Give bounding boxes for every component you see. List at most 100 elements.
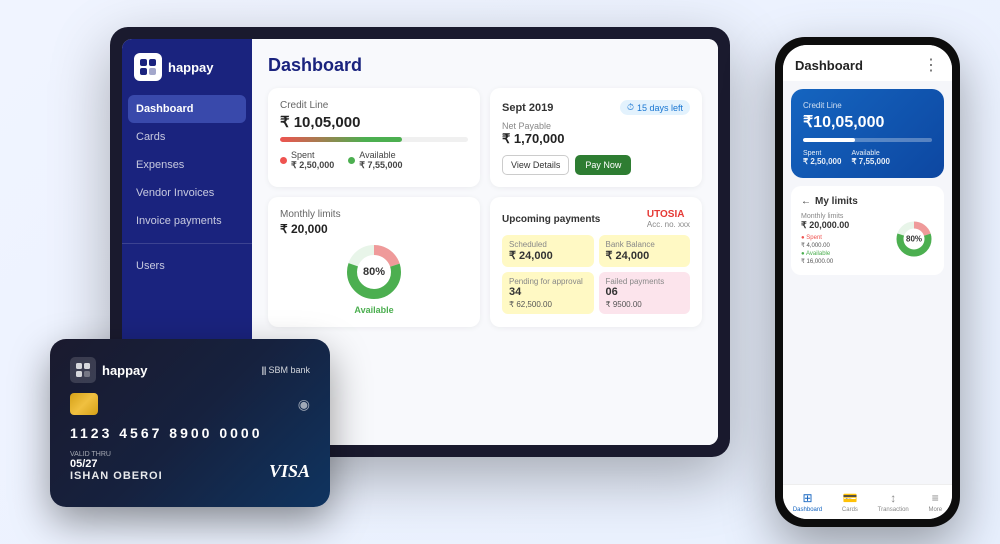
m-spent-legend: ● Spent: [801, 235, 886, 241]
upcoming-title: Upcoming payments: [502, 214, 600, 225]
sidebar-item-users[interactable]: Users: [122, 252, 252, 280]
m-limits-content: Monthly limits ₹ 20,000.00 ● Spent ₹ 4,0…: [801, 213, 934, 265]
dashboard-grid: Credit Line ₹ 10,05,000 Spent ₹ 2,50,000: [268, 88, 702, 327]
monthly-limits-card: Monthly limits ₹ 20,000 80%: [268, 197, 480, 327]
m-dashboard-icon: ⊞: [802, 491, 812, 505]
donut-available-text: Available: [354, 305, 393, 315]
upcoming-payments-card: Upcoming payments UTOSIA Acc. no. xxx Sc…: [490, 197, 702, 327]
m-nav-dashboard-label: Dashboard: [793, 507, 822, 513]
sept-card-header: Sept 2019 ⏱ 15 days left: [502, 100, 690, 115]
m-transactions-icon: ↕: [890, 491, 896, 505]
m-donut-label: 80%: [906, 235, 922, 244]
sidebar-item-expenses[interactable]: Expenses: [122, 151, 252, 179]
pending-label: Pending for approval: [509, 277, 587, 286]
pending-item: Pending for approval 34 ₹ 62,500.00: [502, 272, 594, 314]
m-back-icon[interactable]: ←: [801, 196, 811, 207]
m-nav-more-label: More: [928, 507, 942, 513]
failed-total: ₹ 9500.00: [606, 300, 684, 309]
bank-balance-amount: ₹ 24,000: [606, 249, 684, 262]
cc-expiry: 05/27: [70, 458, 163, 470]
bank-name: SBM bank: [268, 365, 310, 375]
cc-top: happay ||| SBM bank: [70, 357, 310, 383]
credit-line-card: Credit Line ₹ 10,05,000 Spent ₹ 2,50,000: [268, 88, 480, 187]
available-dot: [348, 157, 355, 164]
credit-progress-fill: [280, 137, 402, 142]
cc-logo: happay: [70, 357, 148, 383]
mobile-title: Dashboard: [795, 58, 863, 73]
failed-count: 06: [606, 286, 684, 298]
failed-label: Failed payments: [606, 277, 684, 286]
mobile-frame: Dashboard ⋮ Credit Line ₹10,05,000 Spent…: [775, 37, 960, 527]
cc-logo-icon: [70, 357, 96, 383]
m-nav-dashboard[interactable]: ⊞ Dashboard: [793, 491, 822, 513]
mobile-nav: ⊞ Dashboard 💳 Cards ↕ Transaction ≡ More: [783, 484, 952, 519]
credit-line-label: Credit Line: [280, 100, 468, 111]
credit-line-amount: ₹ 10,05,000: [280, 113, 468, 131]
scene: happay Dashboard Cards Expenses Vendor I…: [30, 17, 970, 527]
mobile-header: Dashboard ⋮: [783, 45, 952, 81]
m-limits-title: My limits: [815, 196, 858, 207]
m-spent-val: ₹ 4,000.00: [801, 242, 886, 249]
credit-progress-bar: [280, 137, 468, 142]
cc-bank-name: ||| SBM bank: [261, 365, 310, 375]
m-credit-line-label: Credit Line: [803, 101, 932, 110]
m-nav-cards-label: Cards: [842, 507, 858, 513]
m-more-icon: ≡: [932, 491, 939, 505]
sidebar-item-cards[interactable]: Cards: [122, 123, 252, 151]
sidebar-item-vendor-invoices[interactable]: Vendor Invoices: [122, 179, 252, 207]
card-actions: View Details Pay Now: [502, 155, 690, 175]
available-meta: Available ₹ 7,55,000: [348, 150, 402, 171]
m-spent-amount: ₹ 2,50,000: [803, 157, 841, 166]
m-nav-cards[interactable]: 💳 Cards: [842, 491, 858, 513]
pending-total: ₹ 62,500.00: [509, 300, 587, 309]
mobile-screen: Dashboard ⋮ Credit Line ₹10,05,000 Spent…: [783, 45, 952, 519]
spent-amount: ₹ 2,50,000: [291, 160, 334, 171]
donut-chart: 80%: [344, 242, 404, 302]
spent-dot: [280, 157, 287, 164]
m-credit-amount: ₹10,05,000: [803, 112, 932, 132]
available-amount: ₹ 7,55,000: [359, 160, 402, 171]
m-available-val: ₹ 16,000.00: [801, 258, 886, 265]
spent-meta: Spent ₹ 2,50,000: [280, 150, 334, 171]
net-payable-label: Net Payable: [502, 121, 690, 131]
sidebar-item-dashboard[interactable]: Dashboard: [128, 95, 246, 123]
monthly-limits-label: Monthly limits: [280, 209, 468, 220]
m-available-legend: ● Available: [801, 251, 886, 257]
cc-nfc-icon: ◉: [298, 396, 310, 413]
credit-card: happay ||| SBM bank ◉ 1123 4567 8900 000…: [50, 339, 330, 507]
credit-meta: Spent ₹ 2,50,000 Available ₹ 7,55,000: [280, 150, 468, 171]
pay-now-button[interactable]: Pay Now: [575, 155, 631, 175]
cc-number: 1123 4567 8900 0000: [70, 425, 310, 441]
upcoming-header: Upcoming payments UTOSIA Acc. no. xxx: [502, 209, 690, 229]
sidebar-item-invoice-payments[interactable]: Invoice payments: [122, 207, 252, 235]
m-cc-meta: Spent ₹ 2,50,000 Available ₹ 7,55,000: [803, 150, 932, 166]
bank-balance-item: Bank Balance ₹ 24,000: [599, 235, 691, 267]
m-nav-more[interactable]: ≡ More: [928, 491, 942, 513]
failed-item: Failed payments 06 ₹ 9500.00: [599, 272, 691, 314]
cc-network-logo: VISA: [269, 461, 310, 482]
cc-bottom: VALID THRU 05/27 ISHAN OBEROI VISA: [70, 451, 310, 482]
m-nav-transactions[interactable]: ↕ Transaction: [878, 491, 909, 513]
scheduled-label: Scheduled: [509, 240, 587, 249]
cc-chip-row: ◉: [70, 393, 310, 415]
m-spent-label: Spent: [803, 150, 841, 157]
happay-logo-icon: [134, 53, 162, 81]
m-available-amount: ₹ 7,55,000: [851, 157, 889, 166]
view-details-button[interactable]: View Details: [502, 155, 569, 175]
pending-count: 34: [509, 286, 587, 298]
vendor-name: UTOSIA: [647, 209, 690, 220]
m-progress-bar: [803, 138, 932, 142]
donut-wrap: 80% Available: [280, 242, 468, 315]
sept-card: Sept 2019 ⏱ 15 days left Net Payable ₹ 1…: [490, 88, 702, 187]
m-spent-meta: Spent ₹ 2,50,000: [803, 150, 841, 166]
acc-label: Acc. no. xxx: [647, 220, 690, 229]
vendor-info: UTOSIA Acc. no. xxx: [647, 209, 690, 229]
mobile-more-icon[interactable]: ⋮: [923, 55, 940, 75]
m-nav-transactions-label: Transaction: [878, 507, 909, 513]
nav-divider: [122, 243, 252, 244]
payment-grid: Scheduled ₹ 24,000 Bank Balance ₹ 24,000…: [502, 235, 690, 314]
mobile-limits-section: ← My limits Monthly limits ₹ 20,000.00 ●…: [791, 186, 944, 275]
m-cards-icon: 💳: [842, 491, 857, 505]
monthly-limits-amount: ₹ 20,000: [280, 222, 468, 236]
cc-validity: VALID THRU 05/27 ISHAN OBEROI: [70, 451, 163, 482]
